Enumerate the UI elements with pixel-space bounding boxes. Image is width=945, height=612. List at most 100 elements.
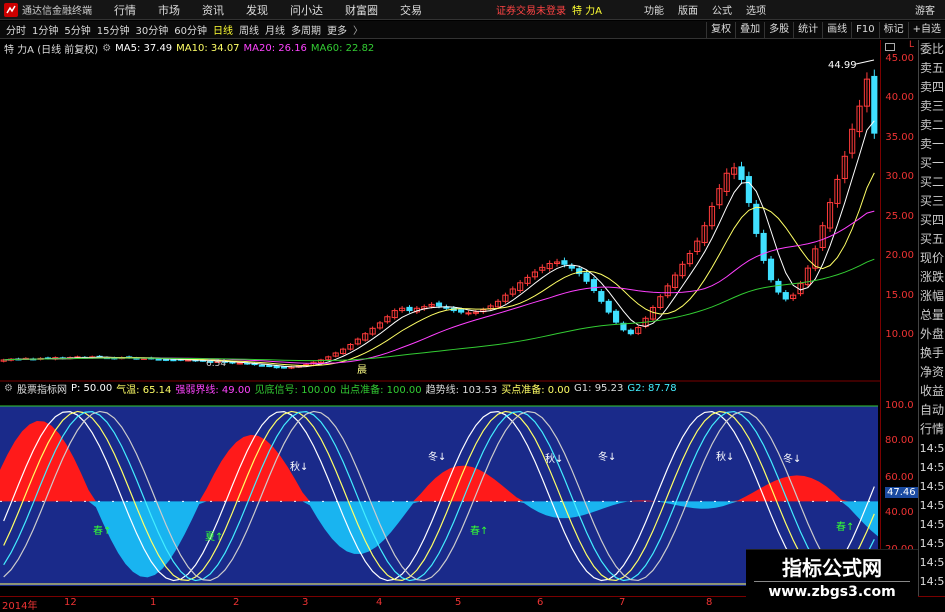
- maximize-icon[interactable]: [885, 43, 895, 51]
- menu-xuanxiang[interactable]: 选项: [746, 2, 766, 17]
- price-tick: 10.00: [885, 329, 914, 340]
- season-label: 冬↓: [428, 450, 446, 463]
- date-tick: 7: [619, 597, 626, 608]
- tab-60min[interactable]: 60分钟: [174, 22, 207, 37]
- candle-body: [745, 176, 752, 204]
- tab-weekly[interactable]: 周线: [239, 22, 259, 37]
- quote-label: 总量: [919, 308, 944, 322]
- kline-chart[interactable]: 44.99 6.54 晨秋↓ 冬↓ 秋↓ 冬↓ 秋↓ 冬↓ 夏↑ 春↑ 春↑ 春↑: [0, 56, 880, 596]
- tool-tongji[interactable]: 统计: [793, 21, 822, 38]
- quote-label: 卖五: [919, 61, 944, 75]
- tool-diejia[interactable]: 叠加: [735, 21, 764, 38]
- guest-user[interactable]: 游客: [915, 2, 935, 17]
- candle-body: [775, 280, 782, 293]
- app-logo-icon: [4, 2, 18, 17]
- quote-label: 卖四: [919, 80, 944, 94]
- candle-body: [583, 272, 590, 282]
- main-chart-header: 特 力A (日线 前复权) ⚙ MA5: 37.49 MA10: 34.07 M…: [0, 40, 945, 56]
- menu-gongneng[interactable]: 功能: [644, 2, 664, 17]
- tool-duogu[interactable]: 多股: [764, 21, 793, 38]
- high-pointer: [855, 59, 875, 65]
- settings-gear-icon[interactable]: ⚙: [102, 43, 111, 54]
- tab-multi-period[interactable]: 多周期: [291, 22, 321, 37]
- menu-zixun[interactable]: 资讯: [202, 2, 224, 18]
- tab-30min[interactable]: 30分钟: [135, 22, 168, 37]
- season-label: 春↑: [836, 521, 854, 533]
- app-title: 通达信金融终端: [22, 6, 92, 17]
- tool-huaxian[interactable]: 画线: [822, 21, 851, 38]
- candle-body: [871, 75, 878, 134]
- quote-label: 14:5: [919, 480, 945, 493]
- candle-body: [465, 312, 472, 315]
- settings-gear-icon[interactable]: ⚙: [4, 383, 13, 394]
- indicator-header: ⚙ 股票指标网 P: 50.00 气温: 65.14 强弱界线: 49.00 见…: [0, 381, 945, 396]
- menu-wenxiaoda[interactable]: 问小达: [290, 2, 323, 18]
- menu-banmian[interactable]: 版面: [678, 2, 698, 17]
- candle-body: [170, 359, 177, 362]
- candle-body: [236, 362, 243, 365]
- quote-label: 涨跌: [919, 270, 944, 284]
- tab-daily[interactable]: 日线: [213, 22, 233, 37]
- tool-fuquan[interactable]: 复权: [706, 21, 735, 38]
- quote-label: 委比: [919, 42, 944, 56]
- tool-zixuan[interactable]: +自选: [907, 21, 945, 38]
- ma60-line: [3, 258, 875, 362]
- tool-f10[interactable]: F10: [851, 21, 878, 38]
- date-tick: 4: [376, 597, 383, 608]
- quote-label: 14:5: [919, 537, 945, 550]
- chevron-right-icon[interactable]: 〉: [353, 22, 363, 37]
- candle-body: [598, 291, 605, 302]
- indicator-jiandi: 见底信号: 100.00: [254, 384, 337, 396]
- price-tick: 15.00: [885, 290, 914, 301]
- quote-panel: 委比 卖五 卖四 卖三 卖二 卖一 买一 买二 买三 买四 买五 现价 涨跌 涨幅 总量 外盘 换手 净资 收益 自动…: [918, 40, 945, 609]
- date-tick: 3: [302, 597, 309, 608]
- watermark-divider: [754, 581, 910, 582]
- current-stock: 特 力A: [572, 6, 603, 17]
- season-label: 秋↓: [290, 460, 308, 473]
- indicator-qiwen: 气温: 65.14: [116, 384, 172, 396]
- tab-5min[interactable]: 5分钟: [64, 22, 90, 37]
- candle-body: [738, 166, 745, 180]
- menu-shichang[interactable]: 市场: [158, 2, 180, 18]
- sub-current-value: 47.46: [885, 487, 918, 498]
- chart-title: 特 力A (日线 前复权): [4, 44, 99, 56]
- season-label: 冬↓: [598, 450, 616, 463]
- tab-15min[interactable]: 15分钟: [97, 22, 130, 37]
- ma60-value: MA60: 22.82: [310, 42, 375, 54]
- indicator-maidian: 买点准备: 0.00: [501, 384, 571, 396]
- menu-hangqing[interactable]: 行情: [114, 2, 136, 18]
- date-tick: 5: [455, 597, 462, 608]
- candle-body: [760, 232, 767, 261]
- indicator-p: P: 50.00: [70, 382, 113, 394]
- axis-corner-text: L: [908, 40, 914, 50]
- menu-faxian[interactable]: 发现: [246, 2, 268, 18]
- sub-tick: 60.00: [885, 472, 914, 483]
- indicator-chudian: 出点准备: 100.00: [340, 384, 422, 396]
- login-status[interactable]: 证券交易未登录: [496, 2, 566, 17]
- quote-label: 自动: [919, 403, 944, 417]
- quote-label: 收益: [919, 384, 944, 398]
- tab-fenshi[interactable]: 分时: [6, 22, 26, 37]
- date-tick: 2014年: [2, 601, 38, 612]
- quote-label: 现价: [919, 251, 944, 265]
- indicator-qiangruo: 强弱界线: 49.00: [175, 384, 251, 396]
- menu-jiaoyi[interactable]: 交易: [400, 2, 422, 18]
- tab-more[interactable]: 更多: [327, 22, 347, 37]
- season-label: 春↑: [470, 525, 488, 537]
- tab-1min[interactable]: 1分钟: [32, 22, 58, 37]
- quote-label: 14:5: [919, 442, 945, 455]
- price-tick: 30.00: [885, 171, 914, 182]
- candle-body: [590, 279, 598, 292]
- price-tick: 25.00: [885, 211, 914, 222]
- tab-monthly[interactable]: 月线: [265, 22, 285, 37]
- price-tick: 45.00: [885, 53, 914, 64]
- menu-caifuquan[interactable]: 财富圈: [345, 2, 378, 18]
- menu-gongshi[interactable]: 公式: [712, 2, 732, 17]
- tool-biaoji[interactable]: 标记: [878, 21, 908, 38]
- season-label: 夏↑: [205, 531, 223, 543]
- candle-body: [266, 365, 273, 368]
- right-toolbar: 复权 叠加 多股 统计 画线 F10 标记 +自选: [706, 21, 945, 38]
- candle-body: [155, 358, 162, 361]
- quote-label: 净资: [919, 365, 944, 379]
- indicator-qushi: 趋势线: 103.53: [425, 384, 498, 396]
